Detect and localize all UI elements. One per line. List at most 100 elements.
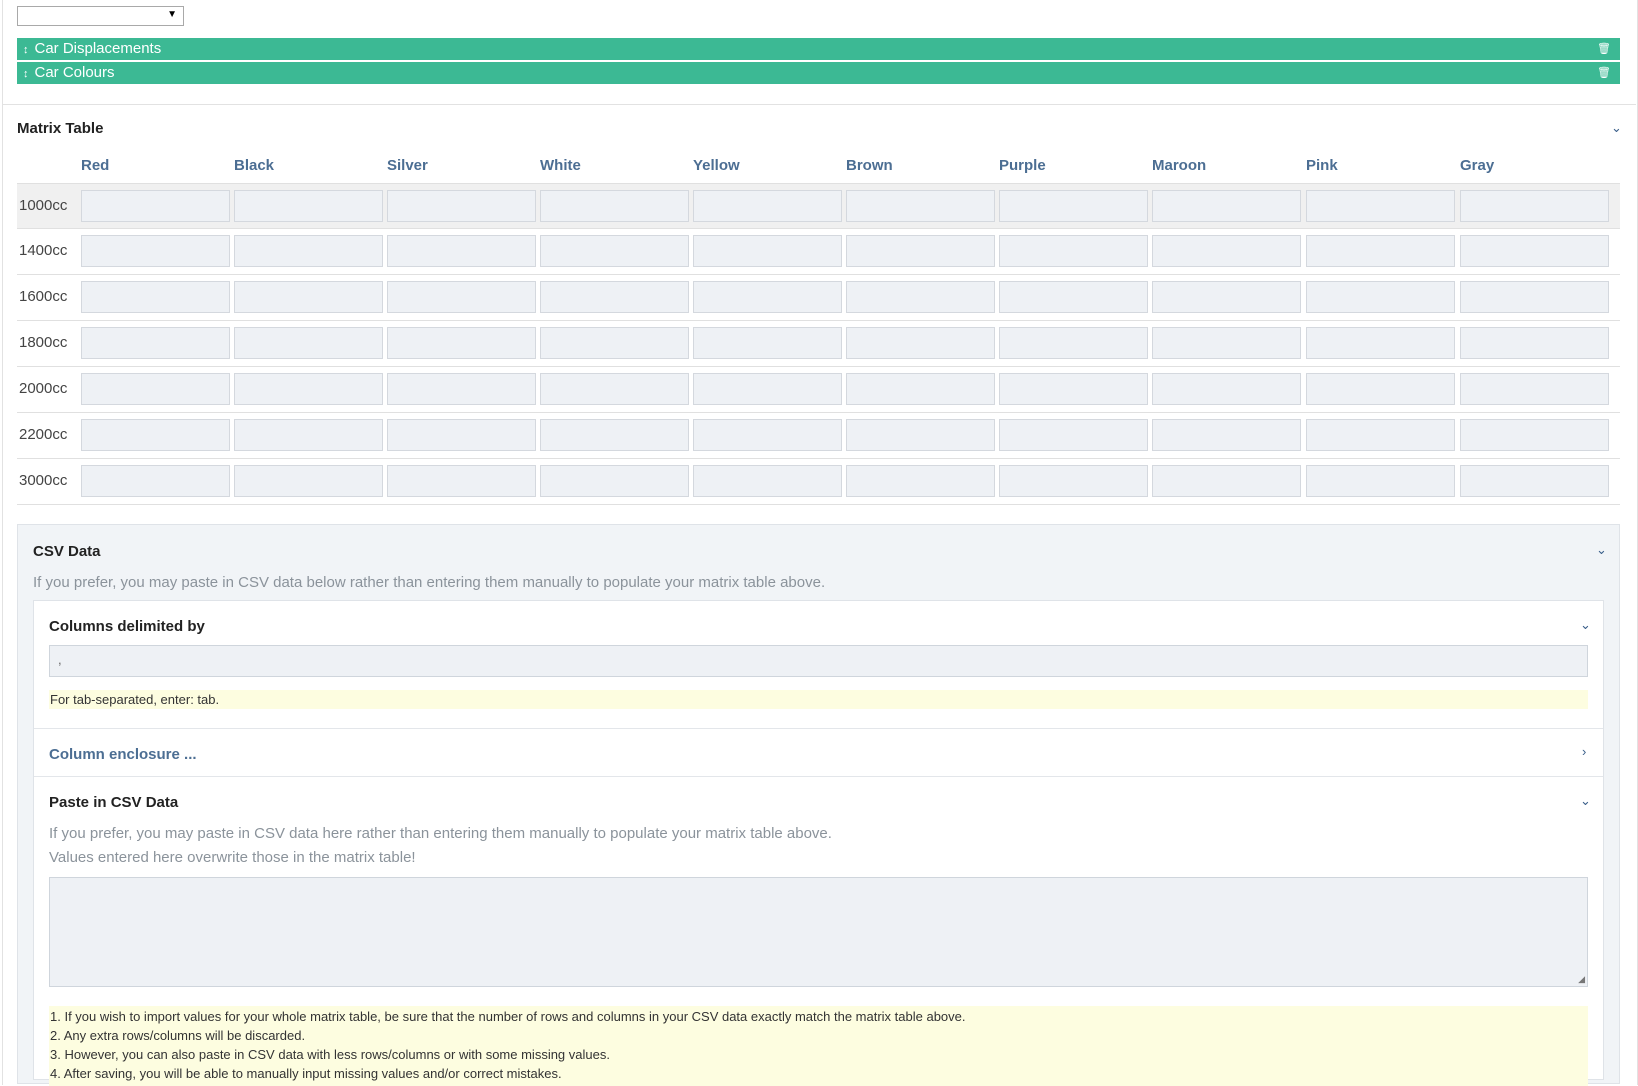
trash-icon[interactable]: 🗑	[1597, 38, 1611, 60]
matrix-cell-input[interactable]	[81, 327, 230, 359]
column-enclosure-toggle[interactable]: Column enclosure ...	[49, 746, 197, 763]
paste-description-line2: Values entered here overwrite those in t…	[49, 849, 416, 866]
matrix-cell-input[interactable]	[693, 327, 842, 359]
trash-icon[interactable]: 🗑	[1597, 62, 1611, 84]
matrix-cell-input[interactable]	[234, 190, 383, 222]
matrix-cell-input[interactable]	[540, 465, 689, 497]
row-label: 2200cc	[19, 426, 68, 443]
matrix-cell-input[interactable]	[999, 235, 1148, 267]
matrix-cell-input[interactable]	[387, 235, 536, 267]
matrix-cell-input[interactable]	[1152, 235, 1301, 267]
matrix-cell-input[interactable]	[999, 465, 1148, 497]
matrix-cell-input[interactable]	[387, 327, 536, 359]
matrix-cell-input[interactable]	[81, 190, 230, 222]
matrix-cell-input[interactable]	[234, 327, 383, 359]
matrix-cell-input[interactable]	[1306, 327, 1455, 359]
chevron-down-icon[interactable]: ⌄	[1580, 617, 1591, 633]
row-label: 3000cc	[19, 472, 68, 489]
matrix-cell-input[interactable]	[693, 419, 842, 451]
matrix-cell-input[interactable]	[1306, 281, 1455, 313]
matrix-cell-input[interactable]	[1152, 373, 1301, 405]
matrix-cell-input[interactable]	[693, 190, 842, 222]
matrix-cell-input[interactable]	[999, 281, 1148, 313]
matrix-cell-input[interactable]	[1306, 373, 1455, 405]
matrix-cell-input[interactable]	[1152, 190, 1301, 222]
matrix-cell-input[interactable]	[387, 190, 536, 222]
matrix-cell-input[interactable]	[846, 419, 995, 451]
matrix-cell-input[interactable]	[1152, 419, 1301, 451]
paste-csv-title: Paste in CSV Data	[49, 794, 179, 811]
top-select[interactable]: ▼	[17, 6, 184, 26]
matrix-cell-input[interactable]	[234, 373, 383, 405]
matrix-cell-input[interactable]	[999, 327, 1148, 359]
matrix-cell-input[interactable]	[387, 281, 536, 313]
matrix-cell-input[interactable]	[1460, 373, 1609, 405]
matrix-cell-input[interactable]	[846, 327, 995, 359]
matrix-cell-input[interactable]	[693, 373, 842, 405]
car-colours-bar[interactable]: ↕ Car Colours 🗑	[17, 62, 1620, 84]
matrix-cell-input[interactable]	[234, 235, 383, 267]
matrix-cell-input[interactable]	[999, 190, 1148, 222]
csv-data-title: CSV Data	[33, 543, 101, 560]
matrix-cell-input[interactable]	[1306, 465, 1455, 497]
note-item: 3. However, you can also paste in CSV da…	[50, 1047, 610, 1062]
matrix-cell-input[interactable]	[1306, 190, 1455, 222]
matrix-cell-input[interactable]	[846, 190, 995, 222]
matrix-cell-input[interactable]	[387, 419, 536, 451]
matrix-cell-input[interactable]	[234, 419, 383, 451]
matrix-cell-input[interactable]	[81, 465, 230, 497]
matrix-cell-input[interactable]	[693, 281, 842, 313]
matrix-cell-input[interactable]	[1306, 419, 1455, 451]
row-label: 2000cc	[19, 380, 68, 397]
resize-grip-icon[interactable]: ◢	[1578, 974, 1585, 985]
column-header: Black	[234, 157, 275, 174]
row-label: 1600cc	[19, 288, 68, 305]
car-colours-label: Car Colours	[34, 64, 115, 81]
csv-notes: 1. If you wish to import values for your…	[49, 1006, 1588, 1086]
matrix-cell-input[interactable]	[387, 465, 536, 497]
chevron-down-icon[interactable]: ⌄	[1596, 542, 1607, 558]
csv-data-textarea[interactable]: ◢	[49, 877, 1588, 987]
matrix-cell-input[interactable]	[999, 373, 1148, 405]
matrix-cell-input[interactable]	[999, 419, 1148, 451]
move-handle-icon[interactable]: ↕	[23, 63, 29, 85]
matrix-cell-input[interactable]	[234, 281, 383, 313]
matrix-cell-input[interactable]	[234, 465, 383, 497]
matrix-cell-input[interactable]	[81, 419, 230, 451]
matrix-cell-input[interactable]	[846, 465, 995, 497]
column-header: Pink	[1306, 157, 1338, 174]
matrix-cell-input[interactable]	[1152, 465, 1301, 497]
matrix-cell-input[interactable]	[540, 190, 689, 222]
matrix-cell-input[interactable]	[1152, 327, 1301, 359]
matrix-cell-input[interactable]	[1306, 235, 1455, 267]
chevron-down-icon[interactable]: ⌄	[1580, 793, 1591, 809]
paste-description-line1: If you prefer, you may paste in CSV data…	[49, 825, 832, 842]
matrix-cell-input[interactable]	[540, 327, 689, 359]
matrix-cell-input[interactable]	[81, 373, 230, 405]
matrix-cell-input[interactable]	[1460, 419, 1609, 451]
matrix-cell-input[interactable]	[540, 235, 689, 267]
move-handle-icon[interactable]: ↕	[23, 39, 29, 61]
matrix-cell-input[interactable]	[846, 373, 995, 405]
matrix-cell-input[interactable]	[693, 465, 842, 497]
chevron-right-icon[interactable]: ›	[1582, 744, 1586, 759]
matrix-cell-input[interactable]	[81, 281, 230, 313]
matrix-cell-input[interactable]	[1460, 235, 1609, 267]
matrix-cell-input[interactable]	[1460, 465, 1609, 497]
matrix-cell-input[interactable]	[1460, 190, 1609, 222]
delimiter-input[interactable]: ,	[49, 645, 1588, 677]
matrix-cell-input[interactable]	[387, 373, 536, 405]
car-displacements-bar[interactable]: ↕ Car Displacements 🗑	[17, 38, 1620, 60]
matrix-cell-input[interactable]	[1460, 281, 1609, 313]
matrix-cell-input[interactable]	[1152, 281, 1301, 313]
matrix-cell-input[interactable]	[846, 281, 995, 313]
matrix-cell-input[interactable]	[693, 235, 842, 267]
matrix-cell-input[interactable]	[540, 419, 689, 451]
chevron-down-icon[interactable]: ⌄	[1611, 120, 1622, 136]
matrix-cell-input[interactable]	[540, 281, 689, 313]
matrix-cell-input[interactable]	[540, 373, 689, 405]
matrix-cell-input[interactable]	[1460, 327, 1609, 359]
matrix-row: 1400cc	[17, 229, 1620, 275]
matrix-cell-input[interactable]	[846, 235, 995, 267]
matrix-cell-input[interactable]	[81, 235, 230, 267]
